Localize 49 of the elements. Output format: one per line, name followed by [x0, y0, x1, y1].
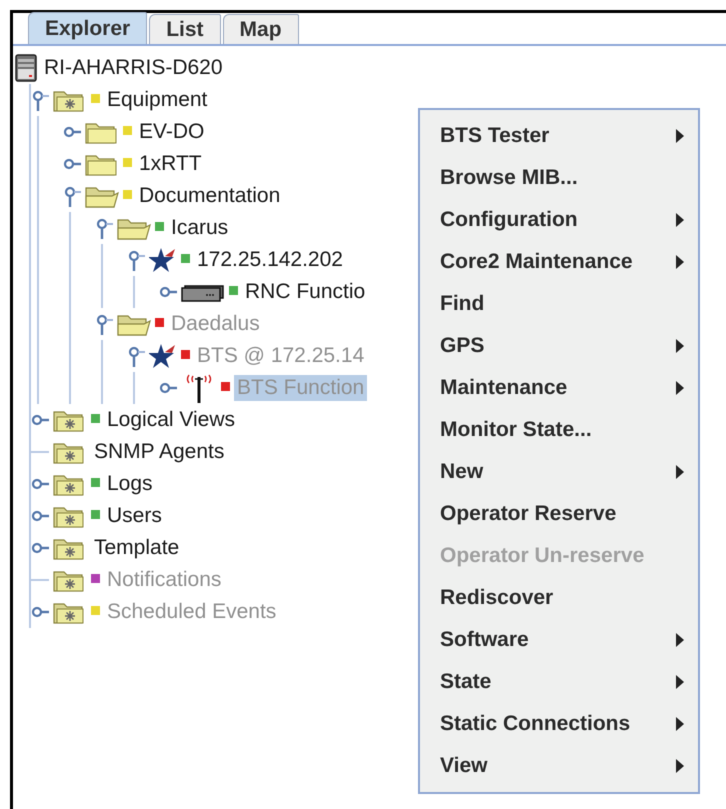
- tree-node-label[interactable]: Users: [104, 503, 165, 529]
- collapsed-handle-icon[interactable]: [63, 158, 81, 170]
- expanded-handle-icon[interactable]: [127, 345, 145, 367]
- expanded-handle-icon[interactable]: [127, 249, 145, 271]
- tree-node-label[interactable]: 172.25.142.202: [194, 247, 346, 273]
- tree-node-label[interactable]: RI-AHARRIS-D620: [41, 55, 226, 81]
- expanded-handle-icon[interactable]: [95, 217, 113, 239]
- collapsed-handle-icon[interactable]: [63, 126, 81, 138]
- menu-item[interactable]: View: [420, 745, 698, 787]
- menu-item[interactable]: Maintenance: [420, 367, 698, 409]
- collapsed-handle-icon[interactable]: [159, 286, 177, 298]
- menu-item[interactable]: State: [420, 661, 698, 703]
- tree-node-label[interactable]: 1xRTT: [136, 151, 205, 177]
- tree-node-label[interactable]: Logs: [104, 471, 156, 497]
- menu-item[interactable]: GPS: [420, 325, 698, 367]
- tree-node-label[interactable]: RNC Functio: [242, 279, 368, 305]
- star-icon: [149, 343, 177, 369]
- menu-item[interactable]: Operator Reserve: [420, 493, 698, 535]
- tree-node-label[interactable]: Template: [91, 535, 182, 561]
- tree-node-label[interactable]: Logical Views: [104, 407, 238, 433]
- collapsed-handle-icon[interactable]: [31, 542, 49, 554]
- menu-item[interactable]: New: [420, 451, 698, 493]
- menu-item[interactable]: Static Connections: [420, 703, 698, 745]
- collapsed-handle-icon[interactable]: [31, 510, 49, 522]
- tree-node-label[interactable]: Documentation: [136, 183, 284, 209]
- menu-item[interactable]: Monitor State...: [420, 409, 698, 451]
- menu-item[interactable]: Configuration: [420, 199, 698, 241]
- tab[interactable]: List: [149, 14, 221, 44]
- collapsed-handle-icon[interactable]: [31, 606, 49, 618]
- tree-node-label[interactable]: Equipment: [104, 87, 210, 113]
- collapsed-handle-icon[interactable]: [31, 478, 49, 490]
- menu-item[interactable]: Core2 Maintenance: [420, 241, 698, 283]
- tab[interactable]: Map: [222, 14, 299, 44]
- expanded-handle-icon[interactable]: [95, 313, 113, 335]
- star-icon: [149, 247, 177, 273]
- menu-item[interactable]: Browse MIB...: [420, 157, 698, 199]
- menu-item[interactable]: Find: [420, 283, 698, 325]
- tab[interactable]: Explorer: [28, 12, 148, 44]
- server-icon: [15, 54, 37, 82]
- collapsed-handle-icon[interactable]: [31, 414, 49, 426]
- tree-node-label[interactable]: EV-DO: [136, 119, 208, 145]
- tree-node-label[interactable]: Icarus: [168, 215, 232, 241]
- expanded-handle-icon[interactable]: [63, 185, 81, 207]
- expanded-handle-icon[interactable]: [31, 89, 49, 111]
- menu-item[interactable]: Rediscover: [420, 577, 698, 619]
- tree-node-label[interactable]: SNMP Agents: [91, 439, 228, 465]
- menu-item[interactable]: BTS Tester: [420, 115, 698, 157]
- menu-item[interactable]: Software: [420, 619, 698, 661]
- collapsed-handle-icon[interactable]: [159, 382, 177, 394]
